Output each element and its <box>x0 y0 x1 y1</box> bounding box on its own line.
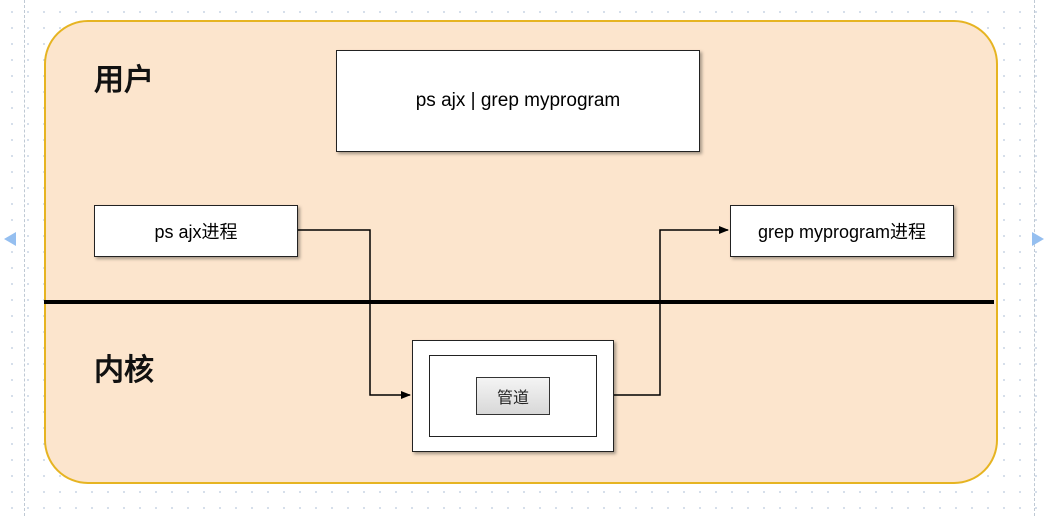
user-kernel-divider <box>44 300 994 304</box>
page-arrow-right-icon <box>1032 232 1044 246</box>
command-text: ps ajx | grep myprogram <box>416 90 621 112</box>
process-ps-label: ps ajx进程 <box>154 218 237 244</box>
process-grep-label: grep myprogram进程 <box>758 218 926 244</box>
process-box-ps: ps ajx进程 <box>94 205 298 257</box>
command-box: ps ajx | grep myprogram <box>336 50 700 152</box>
pipe-inner-box: 管道 <box>429 355 597 437</box>
pipe-container: 管道 <box>412 340 614 452</box>
page-guide-left <box>24 0 25 516</box>
pipe-label: 管道 <box>497 384 529 408</box>
kernel-space-label: 内核 <box>94 345 154 389</box>
page-arrow-left-icon <box>4 232 16 246</box>
user-space-label: 用户 <box>94 55 154 99</box>
page-guide-right <box>1034 0 1035 516</box>
process-box-grep: grep myprogram进程 <box>730 205 954 257</box>
pipe-button: 管道 <box>476 377 550 415</box>
